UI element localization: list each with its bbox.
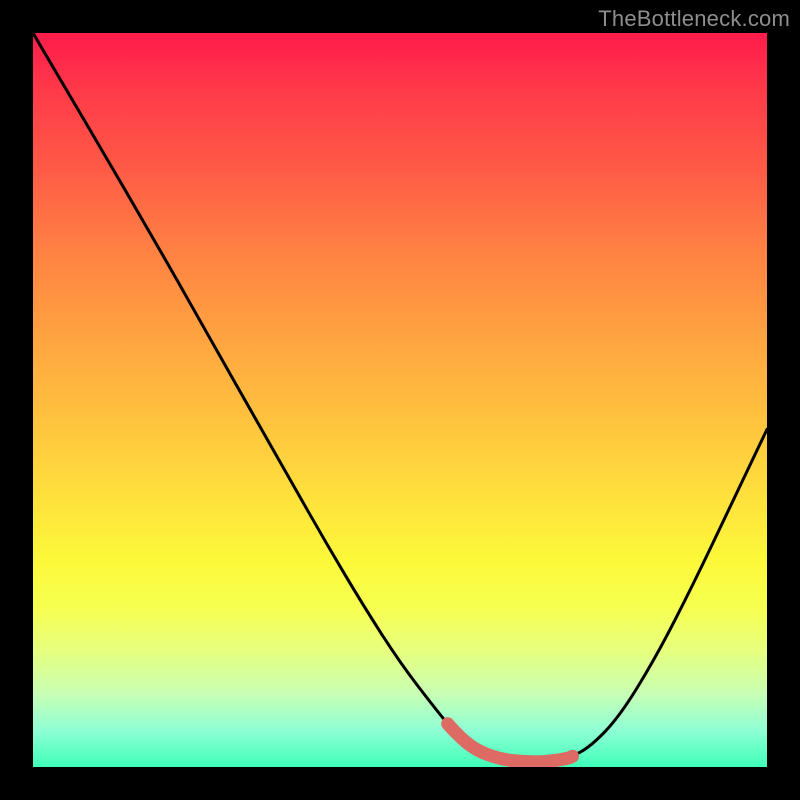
watermark-text: TheBottleneck.com xyxy=(598,6,790,32)
plot-area xyxy=(33,33,767,767)
chart-frame: TheBottleneck.com xyxy=(0,0,800,800)
curve-minimum-highlight xyxy=(448,724,573,762)
curve-svg xyxy=(33,33,767,767)
bottleneck-curve xyxy=(33,33,767,762)
